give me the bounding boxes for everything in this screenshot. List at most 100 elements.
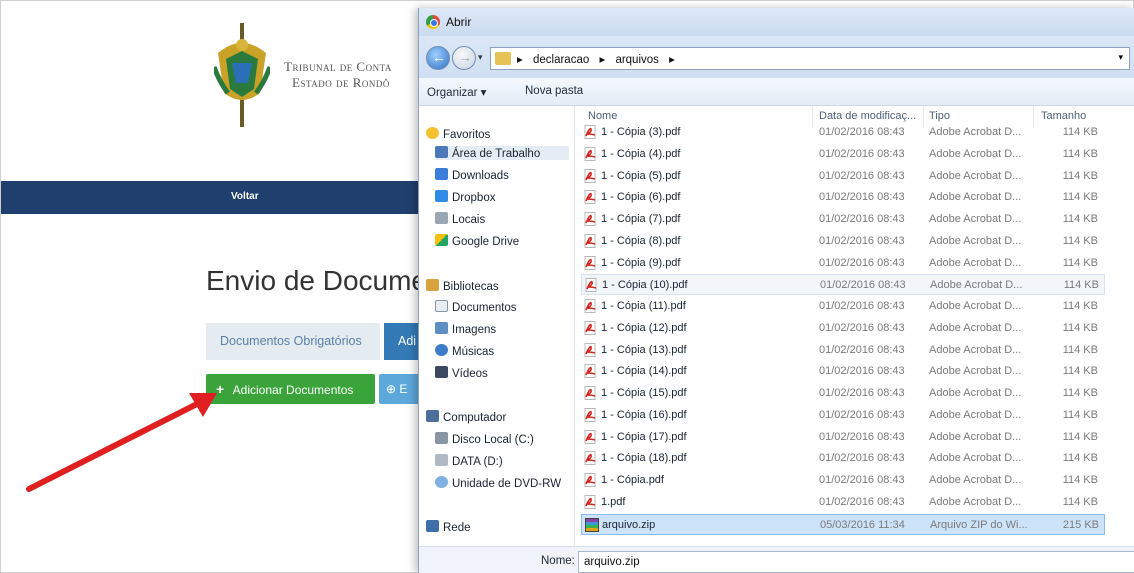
- breadcrumb-arquivos[interactable]: arquivos: [615, 54, 658, 66]
- red-arrow-annotation-icon: [26, 393, 217, 492]
- path-dropdown-icon[interactable]: ▾: [1118, 52, 1123, 63]
- file-row[interactable]: 1 - Cópia (16).pdf 01/02/2016 08:43 Adobe …: [581, 405, 1105, 426]
- file-row[interactable]: 1 - Cópia (3).pdf 01/02/2016 08:43 Adobe A…: [581, 122, 1105, 143]
- file-row[interactable]: 1 - Cópia (13).pdf 01/02/2016 08:43 Adobe …: [581, 340, 1105, 361]
- nav-item-local-disk[interactable]: Disco Local (C:): [435, 432, 534, 446]
- organize-button[interactable]: Organizar ▾: [427, 85, 486, 99]
- nav-item-data-drive[interactable]: DATA (D:): [435, 454, 503, 468]
- desktop-icon: [435, 146, 448, 158]
- breadcrumb: ▸ declaracao ▸ arquivos ▸: [517, 52, 682, 66]
- file-row[interactable]: 1 - Cópia (8).pdf 01/02/2016 08:43 Adobe A…: [581, 231, 1105, 252]
- file-row[interactable]: 1 - Cópia (12).pdf 01/02/2016 08:43 Adobe …: [581, 318, 1105, 339]
- add-documents-button[interactable]: + Adicionar Documentos: [206, 374, 375, 404]
- nav-item-images[interactable]: Imagens: [435, 322, 496, 336]
- file-name: 1 - Cópia (11).pdf: [601, 300, 686, 312]
- file-size: 215 KB: [1062, 518, 1099, 531]
- file-row[interactable]: 1 - Cópia (14).pdf 01/02/2016 08:43 Adobe …: [581, 361, 1105, 382]
- send-button-label: E: [399, 382, 408, 396]
- file-name: 1 - Cópia (4).pdf: [601, 147, 681, 160]
- file-row[interactable]: 1 - Cópia (10).pdf 01/02/2016 08:43 Adobe …: [581, 274, 1105, 296]
- file-type: Adobe Acrobat D...: [929, 147, 1022, 160]
- nav-item-desktop[interactable]: Área de Trabalho: [435, 146, 569, 160]
- downloads-icon: [435, 168, 448, 180]
- breadcrumb-declaracao[interactable]: declaracao: [533, 54, 589, 66]
- file-size: 114 KB: [1062, 408, 1098, 421]
- file-row[interactable]: 1 - Cópia (6).pdf 01/02/2016 08:43 Adobe A…: [581, 187, 1105, 208]
- recent-places-icon: [435, 212, 448, 224]
- file-date: 01/02/2016 08:43: [819, 495, 905, 508]
- nav-label: Google Drive: [452, 236, 520, 248]
- hard-drive-icon: [435, 432, 448, 444]
- recent-locations-dropdown[interactable]: ▾: [478, 52, 483, 63]
- nav-computer[interactable]: Computador: [426, 410, 506, 424]
- file-row[interactable]: 1 - Cópia (15).pdf 01/02/2016 08:43 Adobe …: [581, 383, 1105, 404]
- nav-item-music[interactable]: Músicas: [435, 344, 494, 358]
- file-date: 01/02/2016 08:43: [819, 474, 905, 486]
- nav-item-dvd-drive[interactable]: Unidade de DVD-RW: [435, 476, 561, 490]
- nav-label: Músicas: [452, 346, 495, 358]
- file-name: 1 - Cópia (13).pdf: [601, 343, 687, 356]
- column-header-date[interactable]: Data de modificaç...: [819, 110, 916, 122]
- file-name: 1 - Cópia (7).pdf: [601, 213, 681, 225]
- pdf-file-icon: [584, 190, 596, 205]
- nav-item-dropbox[interactable]: Dropbox: [435, 190, 495, 204]
- file-size: 114 KB: [1063, 279, 1099, 292]
- file-size: 114 KB: [1062, 126, 1098, 138]
- file-row[interactable]: 1 - Cópia (5).pdf 01/02/2016 08:43 Adobe A…: [581, 166, 1105, 187]
- file-size: 114 KB: [1062, 387, 1098, 399]
- forward-button[interactable]: →: [452, 46, 476, 70]
- star-icon: [426, 127, 439, 139]
- dialog-titlebar[interactable]: Abrir: [419, 8, 1134, 36]
- nav-label: Bibliotecas: [443, 281, 499, 293]
- file-row[interactable]: 1 - Cópia (17).pdf 01/02/2016 08:43 Adobe …: [581, 427, 1105, 448]
- tab-required-documents[interactable]: Documentos Obrigatórios: [206, 323, 380, 360]
- pdf-file-icon: [584, 407, 596, 422]
- file-row[interactable]: 1 - Cópia (7).pdf 01/02/2016 08:43 Adobe A…: [581, 209, 1105, 230]
- file-date: 01/02/2016 08:43: [819, 213, 905, 225]
- pdf-file-icon: [584, 125, 596, 139]
- file-name: 1 - Cópia (6).pdf: [601, 191, 681, 204]
- nav-label: Dropbox: [452, 192, 496, 204]
- path-box[interactable]: ▸ declaracao ▸ arquivos ▸ ▾: [490, 47, 1130, 70]
- column-header-name[interactable]: Nome: [588, 110, 617, 122]
- file-name: 1 - Cópia.pdf: [601, 474, 664, 486]
- nav-back-link[interactable]: Voltar: [231, 191, 259, 202]
- file-date: 01/02/2016 08:43: [819, 191, 905, 204]
- file-row[interactable]: 1 - Cópia (11).pdf 01/02/2016 08:43 Adobe …: [581, 296, 1105, 317]
- nav-libraries[interactable]: Bibliotecas: [426, 279, 499, 293]
- file-type: Adobe Acrobat D...: [929, 387, 1022, 399]
- nav-network[interactable]: Rede: [426, 520, 471, 534]
- file-row[interactable]: arquivo.zip 05/03/2016 11:34 Arquivo ZIP d…: [581, 513, 1105, 535]
- column-header-size[interactable]: Tamanho: [1041, 110, 1086, 122]
- back-button[interactable]: ←: [426, 46, 450, 70]
- nav-item-locais[interactable]: Locais: [435, 212, 485, 226]
- nav-item-google-drive[interactable]: Google Drive: [435, 234, 519, 248]
- org-name-line1: Tribunal de Conta: [284, 59, 392, 74]
- file-row[interactable]: 1 - Cópia (9).pdf 01/02/2016 08:43 Adobe A…: [581, 253, 1105, 274]
- file-date: 05/03/2016 11:34: [820, 518, 905, 531]
- column-header-type[interactable]: Tipo: [929, 110, 950, 122]
- filename-input[interactable]: arquivo.zip: [578, 551, 1134, 573]
- org-name-line2: Estado de Rondô: [292, 75, 390, 90]
- pdf-file-icon: [584, 473, 596, 487]
- file-row[interactable]: 1.pdf 01/02/2016 08:43 Adobe Acrobat D... 1…: [581, 492, 1105, 513]
- nav-item-documents[interactable]: Documentos: [435, 300, 517, 314]
- file-type: Adobe Acrobat D...: [929, 169, 1022, 182]
- pdf-file-icon: [584, 342, 596, 357]
- new-folder-button[interactable]: Nova pasta: [525, 85, 583, 97]
- file-name: 1.pdf: [601, 495, 626, 508]
- file-size: 114 KB: [1062, 321, 1098, 334]
- file-date: 01/02/2016 08:43: [819, 408, 905, 421]
- file-type: Adobe Acrobat D...: [929, 365, 1022, 378]
- file-row[interactable]: 1 - Cópia (18).pdf 01/02/2016 08:43 Adobe …: [581, 448, 1105, 469]
- nav-item-downloads[interactable]: Downloads: [435, 168, 509, 182]
- file-row[interactable]: 1 - Cópia (4).pdf 01/02/2016 08:43 Adobe A…: [581, 144, 1105, 165]
- file-name: 1 - Cópia (15).pdf: [601, 387, 687, 399]
- file-date: 01/02/2016 08:43: [819, 147, 905, 160]
- org-name: Tribunal de Conta Estado de Rondô: [284, 59, 424, 91]
- file-date: 01/02/2016 08:43: [819, 300, 905, 312]
- nav-item-videos[interactable]: Vídeos: [435, 366, 488, 380]
- documents-icon: [435, 300, 448, 312]
- nav-favorites[interactable]: Favoritos: [426, 127, 490, 141]
- file-row[interactable]: 1 - Cópia.pdf 01/02/2016 08:43 Adobe Acrob…: [581, 470, 1105, 491]
